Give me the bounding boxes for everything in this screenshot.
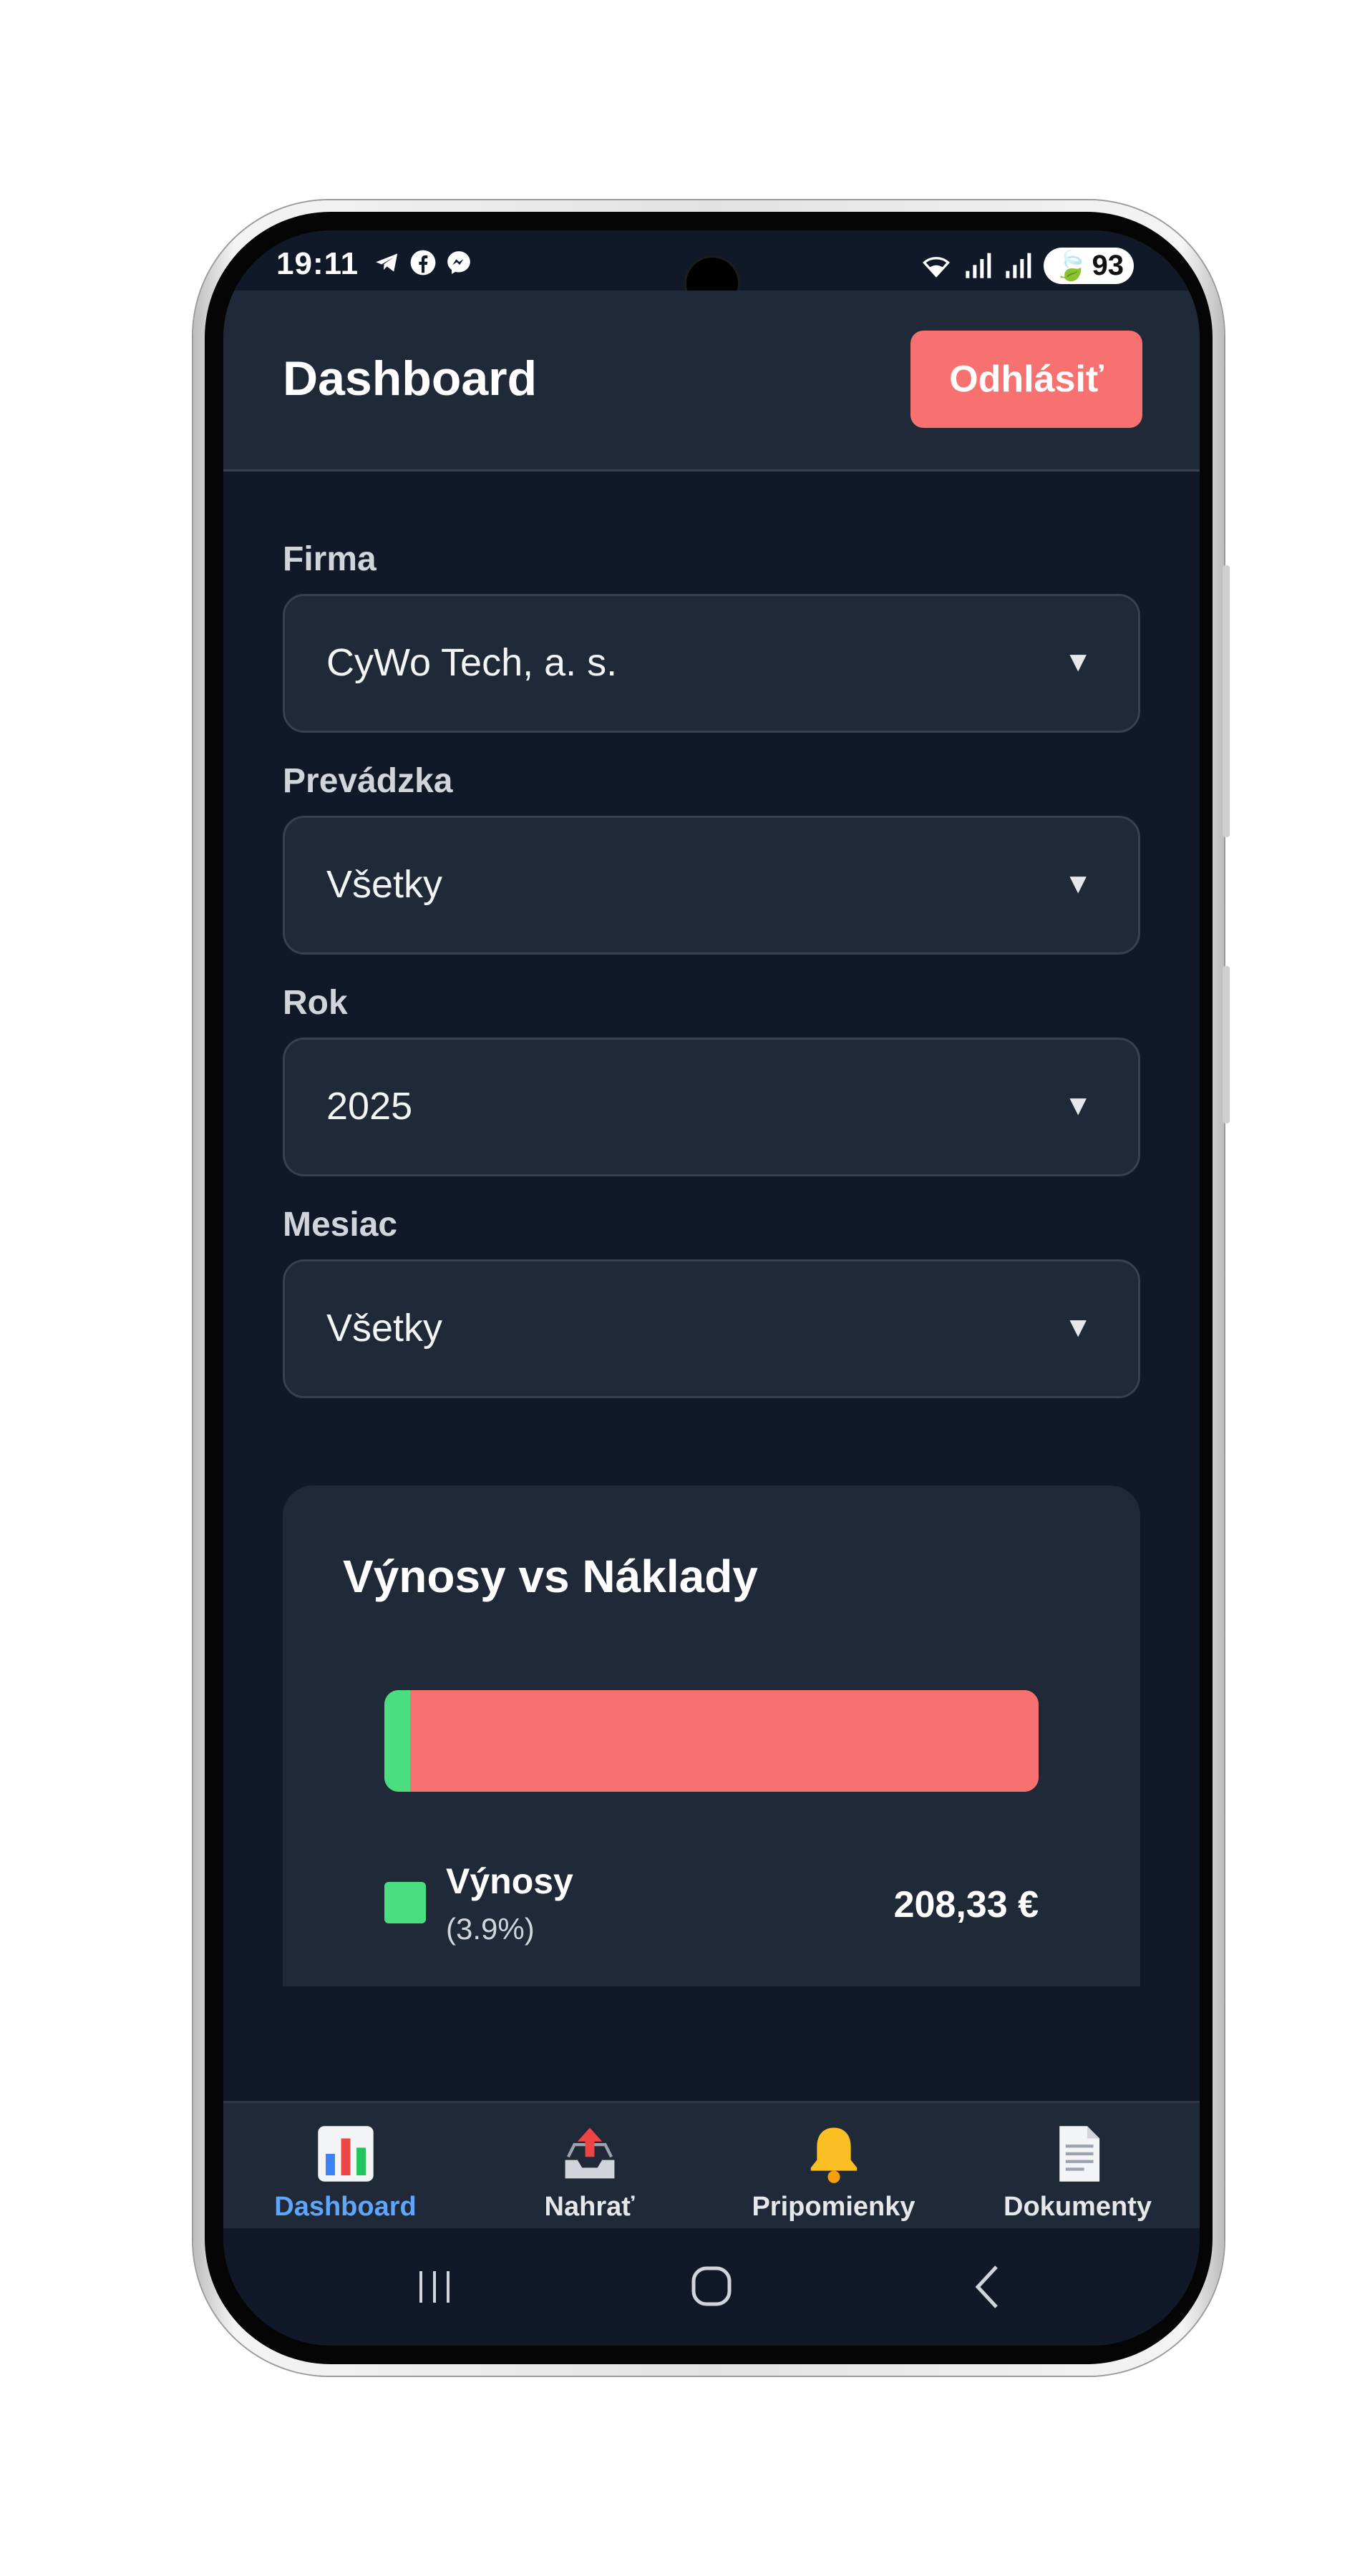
wifi-icon [922,256,950,278]
nav-documents[interactable]: Dokumenty [956,2103,1200,2230]
bar-chart-icon [317,2126,374,2182]
legend-label-revenue: Výnosy [446,1861,573,1901]
card-title: Výnosy vs Náklady [343,1551,758,1602]
messenger-icon [445,249,472,276]
nav-reminders[interactable]: Pripomienky [711,2103,956,2230]
dropdown-arrow-icon: ▼ [1064,646,1092,678]
phone-screen: 19:11 🍃 93 Dashboard Odhlásiť Firma CyWo… [223,230,1200,2346]
dropdown-arrow-icon: ▼ [1064,1090,1092,1121]
volume-button [1223,565,1230,837]
signal-icon-2 [1006,253,1031,278]
legend-percent-revenue: (3.9%) [446,1912,535,1946]
month-select-value: Všetky [326,1307,443,1350]
month-select[interactable]: Všetky ▼ [283,1259,1140,1398]
year-label: Rok [283,984,348,1022]
battery-level: 93 [1092,250,1124,281]
company-select-value: CyWo Tech, a. s. [326,641,618,684]
power-button [1223,966,1230,1123]
nav-label-documents: Dokumenty [1004,2192,1152,2222]
bottom-nav: Dashboard Nahrať Pripomienky Dokumenty [223,2101,1200,2230]
nav-label-upload: Nahrať [544,2192,635,2222]
facebook-icon [409,249,437,276]
upload-tray-icon [565,2127,614,2179]
back-icon[interactable] [956,2258,1021,2316]
year-select-value: 2025 [326,1085,413,1128]
bar-segment-costs [409,1690,1039,1792]
dropdown-arrow-icon: ▼ [1064,868,1092,899]
system-nav-bar [223,2228,1200,2346]
logout-button[interactable]: Odhlásiť [910,331,1142,428]
signal-icon [966,253,991,278]
status-time: 19:11 [276,246,359,281]
home-icon[interactable] [679,2258,744,2316]
nav-upload[interactable]: Nahrať [467,2103,711,2230]
recent-apps-icon[interactable] [402,2258,467,2316]
branch-select-value: Všetky [326,863,443,906]
revenue-costs-card: Výnosy vs Náklady Výnosy (3.9%) 208,33 € [283,1485,1140,1986]
nav-label-reminders: Pripomienky [752,2192,915,2222]
dropdown-arrow-icon: ▼ [1064,1312,1092,1343]
company-select[interactable]: CyWo Tech, a. s. ▼ [283,594,1140,733]
legend-swatch-revenue [384,1882,426,1923]
month-label: Mesiac [283,1206,398,1244]
legend-value-revenue: 208,33 € [893,1884,1039,1926]
nav-dashboard[interactable]: Dashboard [223,2103,467,2230]
nav-label-dashboard: Dashboard [274,2192,417,2222]
telegram-icon [374,249,401,276]
branch-label: Prevádzka [283,762,453,800]
battery-saver-icon: 🍃 [1053,250,1089,282]
document-icon [1059,2126,1099,2182]
battery-indicator: 🍃 93 [1043,248,1134,284]
company-label: Firma [283,540,377,578]
page-title: Dashboard [283,351,538,406]
year-select[interactable]: 2025 ▼ [283,1038,1140,1176]
branch-select[interactable]: Všetky ▼ [283,816,1140,955]
bell-icon [810,2127,857,2183]
status-app-icons [374,249,472,276]
status-bar: 19:11 🍃 93 [223,230,1200,309]
status-indicators: 🍃 93 [920,248,1134,284]
bar-segment-revenue [384,1690,410,1792]
revenue-costs-bar [384,1690,1039,1792]
